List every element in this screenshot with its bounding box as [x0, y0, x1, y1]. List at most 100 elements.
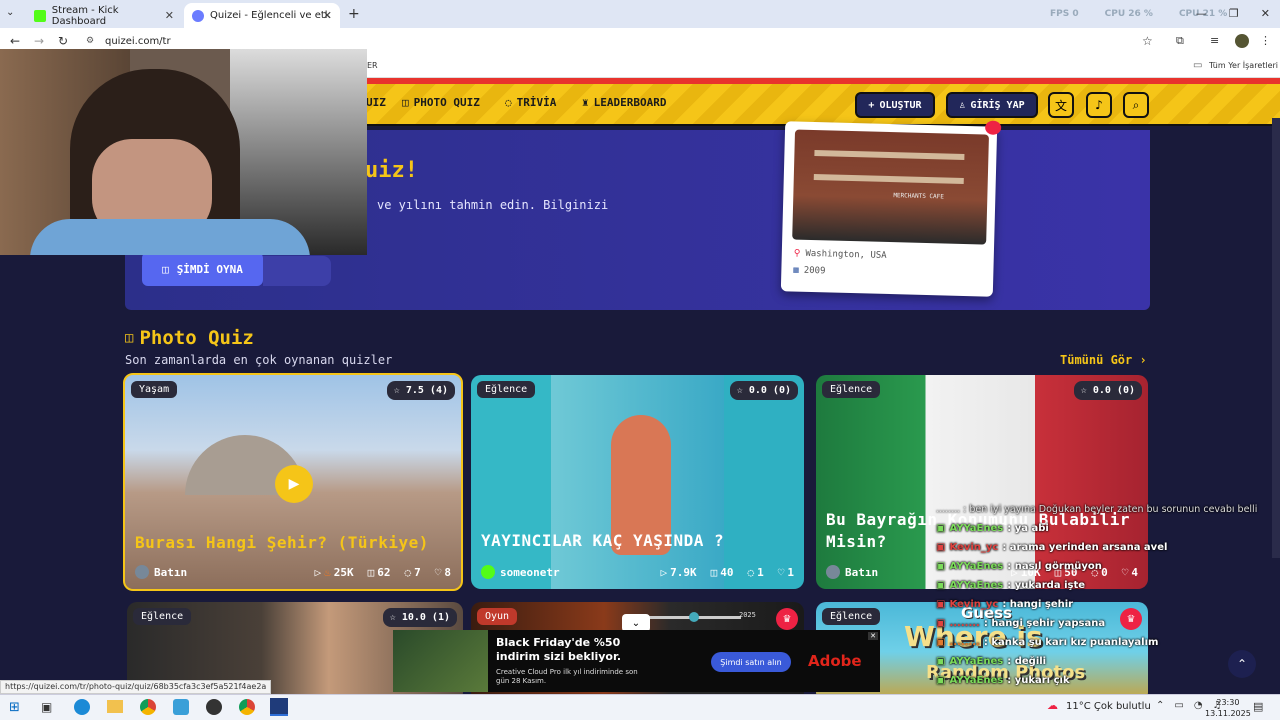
active-app-icon[interactable] [270, 698, 288, 716]
create-button[interactable]: + OLUŞTUR [855, 92, 935, 118]
windows-start-icon[interactable]: ⊞ [9, 700, 20, 715]
pin-icon: ⚲ [793, 248, 801, 259]
bookmark-star-icon[interactable]: ☆ [1142, 34, 1153, 48]
adobe-logo: Adobe [808, 652, 862, 670]
chat-username: ........ [949, 637, 980, 648]
all-bookmarks-folder[interactable]: Tüm Yer İşaretleri [1209, 61, 1278, 70]
sample-photo-sign: MERCHANTS CAFE [893, 192, 945, 201]
section-subtitle: Son zamanlarda en çok oynanan quizler [125, 353, 393, 367]
chat-text: : yukarda işte [1007, 580, 1086, 591]
nav-photo-quiz[interactable]: ◫ PHOTO QUIZ [402, 96, 480, 109]
url-field[interactable]: quizei.com/tr [105, 36, 171, 47]
chat-badge-icon: ▣ [936, 561, 946, 572]
translate-button[interactable]: 文 [1048, 92, 1074, 118]
forward-icon[interactable]: → [34, 34, 44, 48]
login-label: GİRİŞ YAP [970, 99, 1025, 111]
app-icon[interactable] [173, 699, 189, 715]
play-now-button[interactable]: ◫ ŞİMDİ OYNA [142, 252, 263, 286]
likes-value: 8 [444, 565, 451, 579]
close-tab-icon[interactable]: ✕ [323, 9, 332, 22]
chrome-icon-2[interactable] [239, 699, 255, 715]
chat-text: : ya abi [1007, 523, 1049, 534]
search-button[interactable]: ⌕ [1123, 92, 1149, 118]
sample-photo-card[interactable]: MERCHANTS CAFE ⚲ Washington, USA ▦ 2009 [780, 120, 1002, 297]
webcam-overlay [0, 49, 367, 255]
task-view-icon[interactable]: ▣ [41, 700, 52, 714]
extensions-icon[interactable]: ⧉ [1176, 34, 1184, 48]
site-info-icon[interactable]: ⚙ [86, 36, 94, 46]
menu-icon[interactable]: ⋮ [1260, 34, 1271, 47]
likes-value: 1 [787, 565, 794, 579]
ad-close-icon[interactable]: ✕ [868, 632, 878, 640]
chat-bubble-icon: ◌ [505, 96, 512, 109]
year-slider-track[interactable] [641, 612, 741, 622]
nav-trivia[interactable]: ◌ TRİVİA [505, 96, 556, 109]
year-slider-thumb[interactable] [689, 612, 699, 622]
nav-quiz[interactable]: UIZ [366, 96, 386, 109]
edge-icon[interactable] [74, 699, 90, 715]
tab-search-icon[interactable]: ⌄ [6, 7, 14, 18]
close-tab-icon[interactable]: ✕ [165, 9, 174, 22]
bookmark-item[interactable]: ER [367, 61, 378, 70]
author-name: someonetr [500, 565, 560, 579]
adobe-ad[interactable]: Black Friday'de %50 indirim sizi bekliyo… [393, 630, 880, 692]
notification-center-icon[interactable]: ▤ [1253, 700, 1263, 713]
photos-value: 40 [720, 565, 734, 579]
camera-icon: ◫ [162, 262, 169, 276]
plays-value: 7.9K [670, 565, 697, 579]
camera-icon: ◫ [710, 565, 718, 579]
clock[interactable]: 23:30 13.11.2025 [1205, 697, 1251, 719]
restore-icon[interactable]: ❐ [1229, 7, 1239, 20]
profile-avatar[interactable] [1235, 34, 1249, 48]
chat-message: ▣ AYYaEnes: yukarda işte [936, 576, 1266, 595]
chrome-icon[interactable] [140, 699, 156, 715]
close-window-icon[interactable]: ✕ [1261, 7, 1270, 20]
file-explorer-icon[interactable] [107, 700, 123, 713]
chat-messages: ▣ AYYaEnes: ya abi ▣ Kevin_yc: arama yerind… [936, 519, 1266, 690]
minimize-icon[interactable]: — [1196, 7, 1207, 20]
chat-username: Kevin_yc [949, 599, 999, 610]
category-badge: Eğlence [477, 381, 536, 398]
photos-stat: ◫ 62 [368, 566, 391, 579]
nav-trivia-label: TRİVİA [516, 96, 557, 109]
chat-message: ▣........: hangi şehir yapsana [936, 614, 1266, 633]
reload-icon[interactable]: ↻ [58, 34, 68, 48]
ad-body: Creative Cloud Pro ilk yıl indiriminde s… [496, 668, 638, 685]
sample-year-text: 2009 [803, 265, 826, 277]
tab-kick-dashboard[interactable]: Stream - Kick Dashboard ✕ [26, 3, 182, 28]
plays-stat: ▷ ♨ 25K [315, 566, 354, 579]
nav-quiz-label: UIZ [366, 96, 386, 109]
tab-quizei[interactable]: Quizei - Eğlenceli ve etkileşiml ✕ [184, 3, 340, 28]
weather-text[interactable]: 11°C Çok bulutlu [1066, 701, 1151, 712]
quiz-card-streamers[interactable]: Eğlence ☆ 0.0 (0) YAYINCILAR KAÇ YAŞINDA… [471, 375, 804, 589]
ad-buy-button[interactable]: Şimdi satın alın [711, 652, 791, 672]
scrollbar[interactable] [1272, 118, 1280, 558]
camera-icon: ◫ [367, 565, 375, 579]
rating-value: 0.0 (0) [1092, 385, 1135, 396]
see-all-link[interactable]: Tümünü Gör › [1060, 353, 1147, 367]
back-icon[interactable]: ← [10, 34, 20, 48]
see-all-label: Tümünü Gör [1060, 353, 1133, 367]
nav-leaderboard[interactable]: ♜ LEADERBOARD [582, 96, 666, 109]
play-icon[interactable]: ▶ [275, 465, 313, 503]
camera-icon: ◫ [125, 330, 134, 346]
chat-message: ▣ AYYaEnes: yukarı çık [936, 671, 1266, 690]
quiz-card-city[interactable]: Yaşam ☆ 7.5 (4) ▶ Burası Hangi Şehir? (T… [123, 373, 463, 591]
sample-year: ▦ 2009 [793, 266, 825, 277]
kick-favicon-icon [34, 9, 46, 22]
badge-dot [984, 120, 1002, 135]
chat-username: AYYaEnes [949, 561, 1004, 572]
status-url: https://quizei.com/tr/photo-quiz/quiz/68… [0, 680, 272, 694]
section-title: ◫ Photo Quiz [125, 327, 254, 349]
reading-list-icon[interactable]: ≡ [1210, 34, 1219, 47]
comments-stat: ◌ 1 [748, 566, 764, 579]
obs-icon[interactable] [206, 699, 222, 715]
rating-value: 0.0 (0) [748, 385, 791, 396]
login-button[interactable]: ♙ GİRİŞ YAP [946, 92, 1038, 118]
calendar-icon: ▦ [793, 265, 799, 276]
new-tab-icon[interactable]: + [348, 6, 360, 22]
notifications-button[interactable]: ♪ [1086, 92, 1112, 118]
camera-icon: ◫ [402, 96, 409, 109]
rating-badge: ☆ 0.0 (0) [1073, 381, 1142, 400]
create-label: OLUŞTUR [879, 99, 922, 111]
